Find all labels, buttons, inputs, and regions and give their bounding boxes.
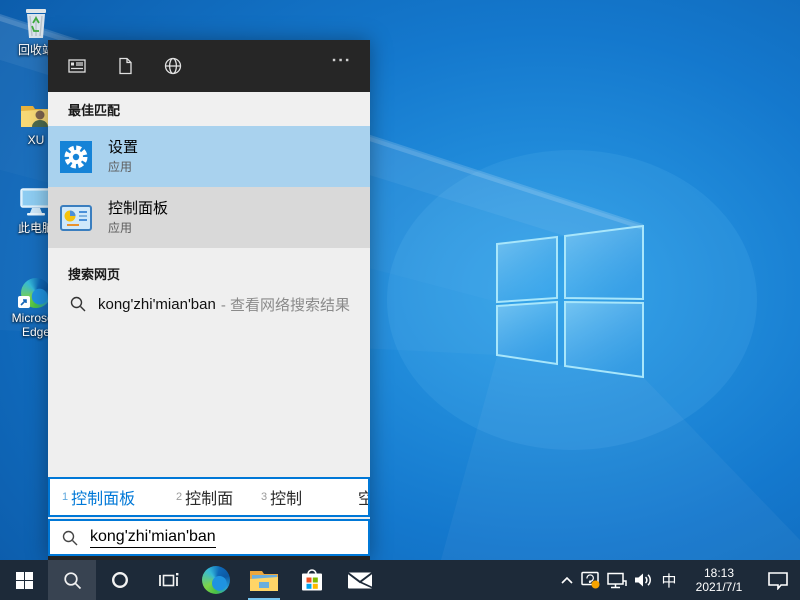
system-tray: 中 18:13 2021/7/1 <box>556 560 800 600</box>
task-view-button[interactable] <box>144 560 192 600</box>
search-filter-header <box>48 40 370 92</box>
candidate-number: 2 <box>176 491 183 503</box>
suggestion-hint: - 查看网络搜索结果 <box>220 296 351 314</box>
result-control-panel[interactable]: 控制面板 应用 <box>48 187 370 248</box>
ime-badge-label: 中 <box>661 572 677 590</box>
control-panel-icon <box>60 202 92 234</box>
taskbar-search-button[interactable] <box>48 560 96 600</box>
documents-filter-icon[interactable] <box>116 57 134 75</box>
chevron-up-icon <box>561 576 573 584</box>
taskbar-store-button[interactable] <box>288 560 336 600</box>
search-icon <box>70 296 86 312</box>
result-subtitle: 应用 <box>108 221 133 235</box>
start-button[interactable] <box>0 560 48 600</box>
cortana-icon <box>111 571 129 589</box>
ime-candidate-1[interactable]: 1 控制面板 <box>62 479 135 515</box>
cortana-button[interactable] <box>96 560 144 600</box>
settings-gear-icon <box>60 140 92 173</box>
screen-sync-icon <box>581 571 600 589</box>
ime-mode-indicator[interactable]: 中 <box>656 560 682 600</box>
candidate-text: 控制面 <box>185 491 234 508</box>
search-input-value: kong'zhi'mian'ban <box>90 527 216 548</box>
recycle-bin-icon <box>4 6 68 40</box>
web-suggestion-row[interactable]: kong'zhi'mian'ban - 查看网络搜索结果 <box>48 287 370 321</box>
ime-candidate-2[interactable]: 2 控制面 <box>176 479 233 515</box>
candidate-number: 3 <box>261 491 268 503</box>
network-icon <box>607 572 627 588</box>
clock-date: 2021/7/1 <box>695 580 743 594</box>
action-center-icon <box>768 572 788 590</box>
taskbar: 中 18:13 2021/7/1 <box>0 560 800 600</box>
search-icon <box>63 571 81 589</box>
ime-candidate-3[interactable]: 3 控制 <box>261 479 302 515</box>
ime-candidate-bar: 1 控制面板 2 控制面 3 控制 空 <box>48 477 370 517</box>
shortcut-arrow-icon <box>18 296 30 308</box>
mail-icon <box>347 572 373 589</box>
edge-icon <box>202 566 230 594</box>
taskbar-file-explorer-button[interactable] <box>240 560 288 600</box>
result-settings[interactable]: 设置 应用 <box>48 126 370 187</box>
tray-volume-button[interactable] <box>630 560 656 600</box>
result-subtitle: 应用 <box>108 160 133 174</box>
store-icon <box>302 569 322 591</box>
more-options-icon[interactable] <box>332 57 350 75</box>
desktop: 回收站 XU 此电脑 Microsoft Edge 最佳匹配 设置 应用 控制面… <box>0 0 800 600</box>
taskbar-edge-button[interactable] <box>192 560 240 600</box>
file-explorer-icon <box>250 571 278 591</box>
web-filter-icon[interactable] <box>164 57 182 75</box>
search-web-header: 搜索网页 <box>68 267 121 282</box>
tray-app-notification[interactable] <box>578 560 604 600</box>
taskbar-clock[interactable]: 18:13 2021/7/1 <box>682 560 756 600</box>
search-flyout-panel: 最佳匹配 设置 应用 控制面板 应用 搜索网页 kong'zhi'mian'ba… <box>48 40 370 560</box>
search-icon <box>62 530 78 545</box>
tray-network-button[interactable] <box>604 560 630 600</box>
result-title: 设置 <box>108 139 139 156</box>
candidate-number: 1 <box>62 491 69 503</box>
best-match-header: 最佳匹配 <box>48 92 370 126</box>
candidate-text: 控制面板 <box>71 491 136 508</box>
hidden-icons-button[interactable] <box>556 560 578 600</box>
search-input[interactable]: kong'zhi'mian'ban <box>48 519 370 556</box>
suggestion-query: kong'zhi'mian'ban <box>98 295 216 313</box>
clock-time: 18:13 <box>703 566 735 580</box>
taskbar-mail-button[interactable] <box>336 560 384 600</box>
volume-icon <box>635 573 651 587</box>
apps-filter-icon[interactable] <box>68 57 86 75</box>
result-title: 控制面板 <box>108 200 169 217</box>
ime-candidate-4[interactable]: 空 <box>355 479 368 515</box>
windows-logo-icon <box>15 571 33 589</box>
candidate-text: 控制 <box>270 491 303 508</box>
candidate-text: 空 <box>358 485 368 509</box>
task-view-icon <box>158 572 178 586</box>
action-center-button[interactable] <box>756 560 800 600</box>
